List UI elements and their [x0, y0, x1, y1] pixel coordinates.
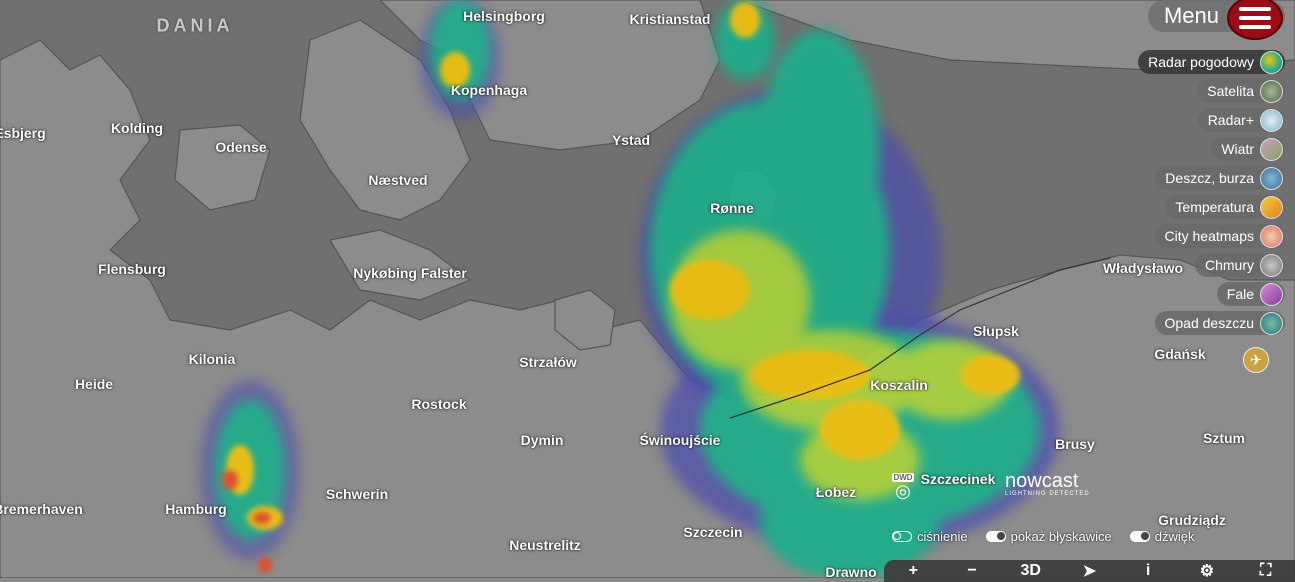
city-label: Flensburg — [98, 261, 166, 277]
layer-city-heatmaps[interactable]: City heatmaps — [1154, 224, 1285, 248]
layer-radar-plus[interactable]: Radar+ — [1197, 108, 1285, 132]
layer-label: Opad deszczu — [1164, 315, 1255, 331]
city-label: Heide — [74, 376, 114, 392]
toggle-switch-icon[interactable] — [985, 531, 1006, 542]
radar-thumbnail-icon — [1260, 50, 1283, 74]
city-label: Świnoujście — [639, 432, 721, 448]
toggle-label: ciśnienie — [917, 529, 968, 544]
city-label: Ystad — [611, 132, 651, 148]
temperature-thumbnail-icon — [1260, 195, 1283, 219]
city-label: Næstved — [368, 172, 428, 188]
city-label: Strzałów — [519, 354, 577, 370]
clouds-thumbnail-icon — [1260, 253, 1283, 277]
layer-satelita[interactable]: Satelita — [1197, 79, 1285, 103]
toggle-label: dźwięk — [1154, 529, 1195, 544]
city-label: Rostock — [411, 396, 467, 412]
city-label: Sztum — [1203, 430, 1245, 446]
settings-icon[interactable]: ⚙ — [1187, 561, 1227, 581]
toggle-sound[interactable]: dźwięk — [1129, 529, 1195, 544]
layer-label: City heatmaps — [1164, 228, 1254, 244]
layer-fale[interactable]: Fale — [1216, 282, 1285, 306]
layer-label: Fale — [1226, 286, 1254, 302]
layer-wiatr[interactable]: Wiatr — [1211, 137, 1285, 161]
city-label: Neustrelitz — [509, 537, 581, 553]
info-icon[interactable]: i — [1128, 562, 1168, 580]
city-label: Słupsk — [973, 323, 1019, 339]
city-label: Schwerin — [325, 486, 389, 502]
layer-opad-deszczu[interactable]: Opad deszczu — [1154, 311, 1285, 335]
dwd-logo: DWD ◎ — [892, 473, 914, 501]
layer-selector: Radar pogodowy Satelita Radar+ Wiatr Des… — [1138, 50, 1285, 335]
city-label: Kolding — [110, 120, 164, 136]
layer-label: Temperatura — [1175, 199, 1254, 215]
city-label: Nykøbing Falster — [353, 265, 467, 281]
toggle-lightning[interactable]: pokaż błyskawice — [985, 529, 1112, 544]
toggle-switch-icon[interactable] — [1129, 531, 1150, 542]
heatmap-thumbnail-icon — [1260, 224, 1283, 248]
city-label: Kilonia — [188, 351, 236, 367]
city-label: Szczecinek — [920, 471, 996, 487]
menu-button[interactable]: Menu — [1147, 0, 1285, 40]
layer-deszcz-burza[interactable]: Deszcz, burza — [1155, 166, 1285, 190]
city-label: Kristianstad — [629, 11, 711, 27]
layer-temperatura[interactable]: Temperatura — [1165, 195, 1285, 219]
map-toolbar: + − 3D ➤ i ⚙ ⛶ — [884, 560, 1295, 582]
zoom-out-button[interactable]: − — [952, 562, 992, 580]
layer-label: Wiatr — [1221, 141, 1254, 157]
rain-storm-thumbnail-icon — [1260, 166, 1283, 190]
city-label: Odense — [215, 139, 267, 155]
view-3d-button[interactable]: 3D — [1011, 562, 1051, 580]
zoom-in-button[interactable]: + — [893, 562, 933, 580]
toggle-pressure[interactable]: ciśnienie — [892, 529, 968, 544]
city-label: Bremerhaven — [0, 501, 83, 517]
city-label: Gdańsk — [1154, 346, 1206, 362]
city-label: Hamburg — [165, 501, 227, 517]
layer-chmury[interactable]: Chmury — [1194, 253, 1285, 277]
layer-label: Radar pogodowy — [1148, 54, 1254, 70]
city-label: Helsingborg — [463, 8, 545, 24]
nowcast-logo: nowcast LIGHTNING DETECTED — [1005, 470, 1090, 497]
city-label: Łobez — [815, 484, 857, 500]
city-label: Szczecin — [683, 524, 743, 540]
wind-thumbnail-icon — [1260, 137, 1283, 161]
toggle-label: pokaż błyskawice — [1010, 529, 1112, 544]
radar-plus-thumbnail-icon — [1260, 108, 1283, 132]
locate-icon[interactable]: ➤ — [1069, 561, 1109, 581]
toggle-switch-icon[interactable] — [892, 531, 912, 542]
dwd-swirl-icon: ◎ — [895, 481, 911, 501]
layer-label: Deszcz, burza — [1165, 170, 1254, 186]
overlay-toggles: ciśnienie pokaż błyskawice dźwięk — [892, 529, 1195, 544]
waves-thumbnail-icon — [1260, 282, 1283, 306]
layer-label: Chmury — [1204, 257, 1254, 273]
layer-label: Radar+ — [1207, 112, 1254, 128]
city-label: Brusy — [1055, 436, 1095, 452]
weather-radar-map[interactable] — [0, 0, 1295, 578]
city-label: Esbjerg — [0, 125, 46, 141]
airplane-icon[interactable]: ✈ — [1243, 347, 1269, 373]
city-label: Dymin — [520, 432, 564, 448]
fullscreen-icon[interactable]: ⛶ — [1246, 562, 1286, 580]
city-label: Kopenhaga — [450, 82, 528, 98]
satellite-thumbnail-icon — [1260, 79, 1283, 103]
city-label: Koszalin — [870, 377, 928, 393]
city-label: Rønne — [710, 200, 754, 216]
nowcast-title: nowcast — [1005, 470, 1079, 492]
precipitation-thumbnail-icon — [1260, 311, 1283, 335]
layer-radar-pogodowy[interactable]: Radar pogodowy — [1138, 50, 1285, 74]
city-label: Grudziądz — [1158, 512, 1226, 528]
nowcast-subtitle: LIGHTNING DETECTED — [1005, 491, 1090, 497]
menu-label: Menu — [1163, 3, 1219, 28]
country-label-dania: DANIA — [156, 15, 234, 36]
layer-label: Satelita — [1207, 83, 1254, 99]
